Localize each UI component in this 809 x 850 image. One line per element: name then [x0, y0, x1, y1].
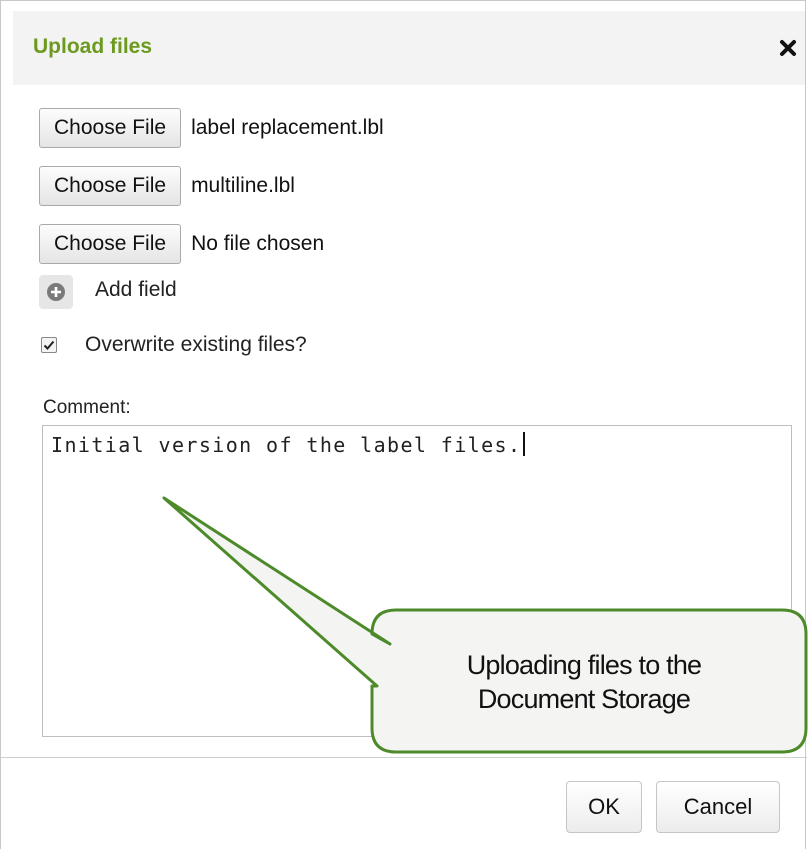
- add-field-label: Add field: [95, 278, 177, 301]
- cancel-button[interactable]: Cancel: [656, 781, 780, 833]
- choose-file-button-1[interactable]: Choose File: [39, 108, 182, 148]
- comment-label: Comment:: [43, 397, 131, 418]
- overwrite-option: Overwrite existing files?: [41, 333, 307, 357]
- footer-divider: [1, 757, 807, 758]
- callout-line-1: Uploading files to the: [466, 650, 702, 680]
- callout-line-2: Document Storage: [477, 684, 691, 714]
- dialog-title: Upload files: [33, 35, 153, 58]
- overwrite-label: Overwrite existing files?: [85, 333, 307, 356]
- close-icon[interactable]: [775, 35, 801, 61]
- ok-button[interactable]: OK: [566, 781, 642, 833]
- file-row-3: Choose File No file chosen: [39, 223, 324, 265]
- comment-text: Initial version of the label files.: [51, 433, 522, 457]
- overwrite-checkbox[interactable]: [41, 337, 57, 353]
- plus-circle-icon[interactable]: [39, 275, 73, 309]
- file-name-3: No file chosen: [191, 232, 325, 255]
- upload-files-dialog: Upload files Choose File label replaceme…: [0, 0, 807, 849]
- file-name-1: label replacement.lbl: [191, 116, 384, 139]
- file-row-2: Choose File multiline.lbl: [39, 165, 295, 207]
- dialog-header: Upload files: [13, 11, 805, 85]
- callout-text: Uploading files to the Document Storage: [372, 648, 796, 716]
- file-row-1: Choose File label replacement.lbl: [39, 107, 384, 149]
- add-field-control[interactable]: Add field: [39, 275, 177, 309]
- text-caret: [523, 432, 526, 456]
- choose-file-button-3[interactable]: Choose File: [39, 224, 182, 264]
- checkmark-icon: [43, 340, 55, 350]
- choose-file-button-2[interactable]: Choose File: [39, 166, 182, 206]
- file-name-2: multiline.lbl: [191, 174, 295, 197]
